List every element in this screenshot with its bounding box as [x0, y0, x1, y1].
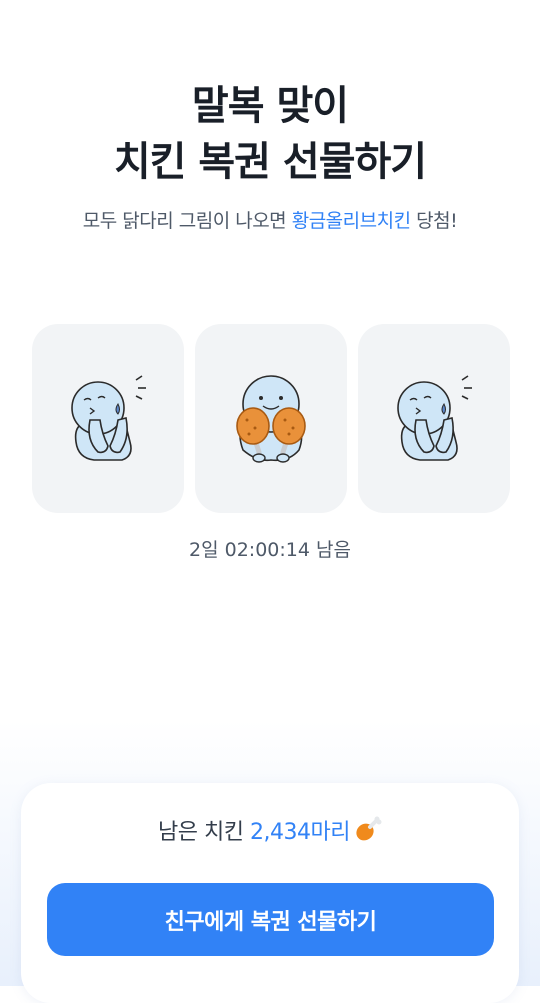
character-holding-drumsticks-icon — [236, 375, 306, 463]
gift-lottery-button[interactable]: 친구에게 복권 선물하기 — [47, 883, 494, 956]
lottery-card-1[interactable] — [32, 324, 184, 513]
lottery-card-2[interactable] — [195, 324, 347, 513]
remaining-chicken: 남은 치킨 2,434마리 — [0, 815, 540, 853]
subtitle: 모두 닭다리 그림이 나오면 황금올리브치킨 당첨! — [0, 207, 540, 235]
title-line-2: 치킨 복권 선물하기 — [113, 139, 427, 185]
remaining-label: 남은 치킨 — [158, 820, 244, 845]
worried-character-icon — [397, 375, 472, 461]
drumstick-icon — [354, 815, 382, 853]
title-line-1: 말복 맞이 — [191, 83, 349, 129]
remaining-count: 2,434마리 — [250, 820, 350, 845]
subtitle-suffix: 당첨! — [410, 210, 458, 232]
worried-character-icon — [71, 375, 146, 461]
lottery-card-3[interactable] — [358, 324, 510, 513]
page-title: 말복 맞이 치킨 복권 선물하기 — [0, 78, 540, 190]
prize-name: 황금올리브치킨 — [291, 210, 411, 232]
subtitle-prefix: 모두 닭다리 그림이 나오면 — [82, 210, 292, 232]
countdown-timer: 2일 02:00:14 남음 — [189, 539, 351, 561]
lottery-cards — [32, 324, 510, 513]
